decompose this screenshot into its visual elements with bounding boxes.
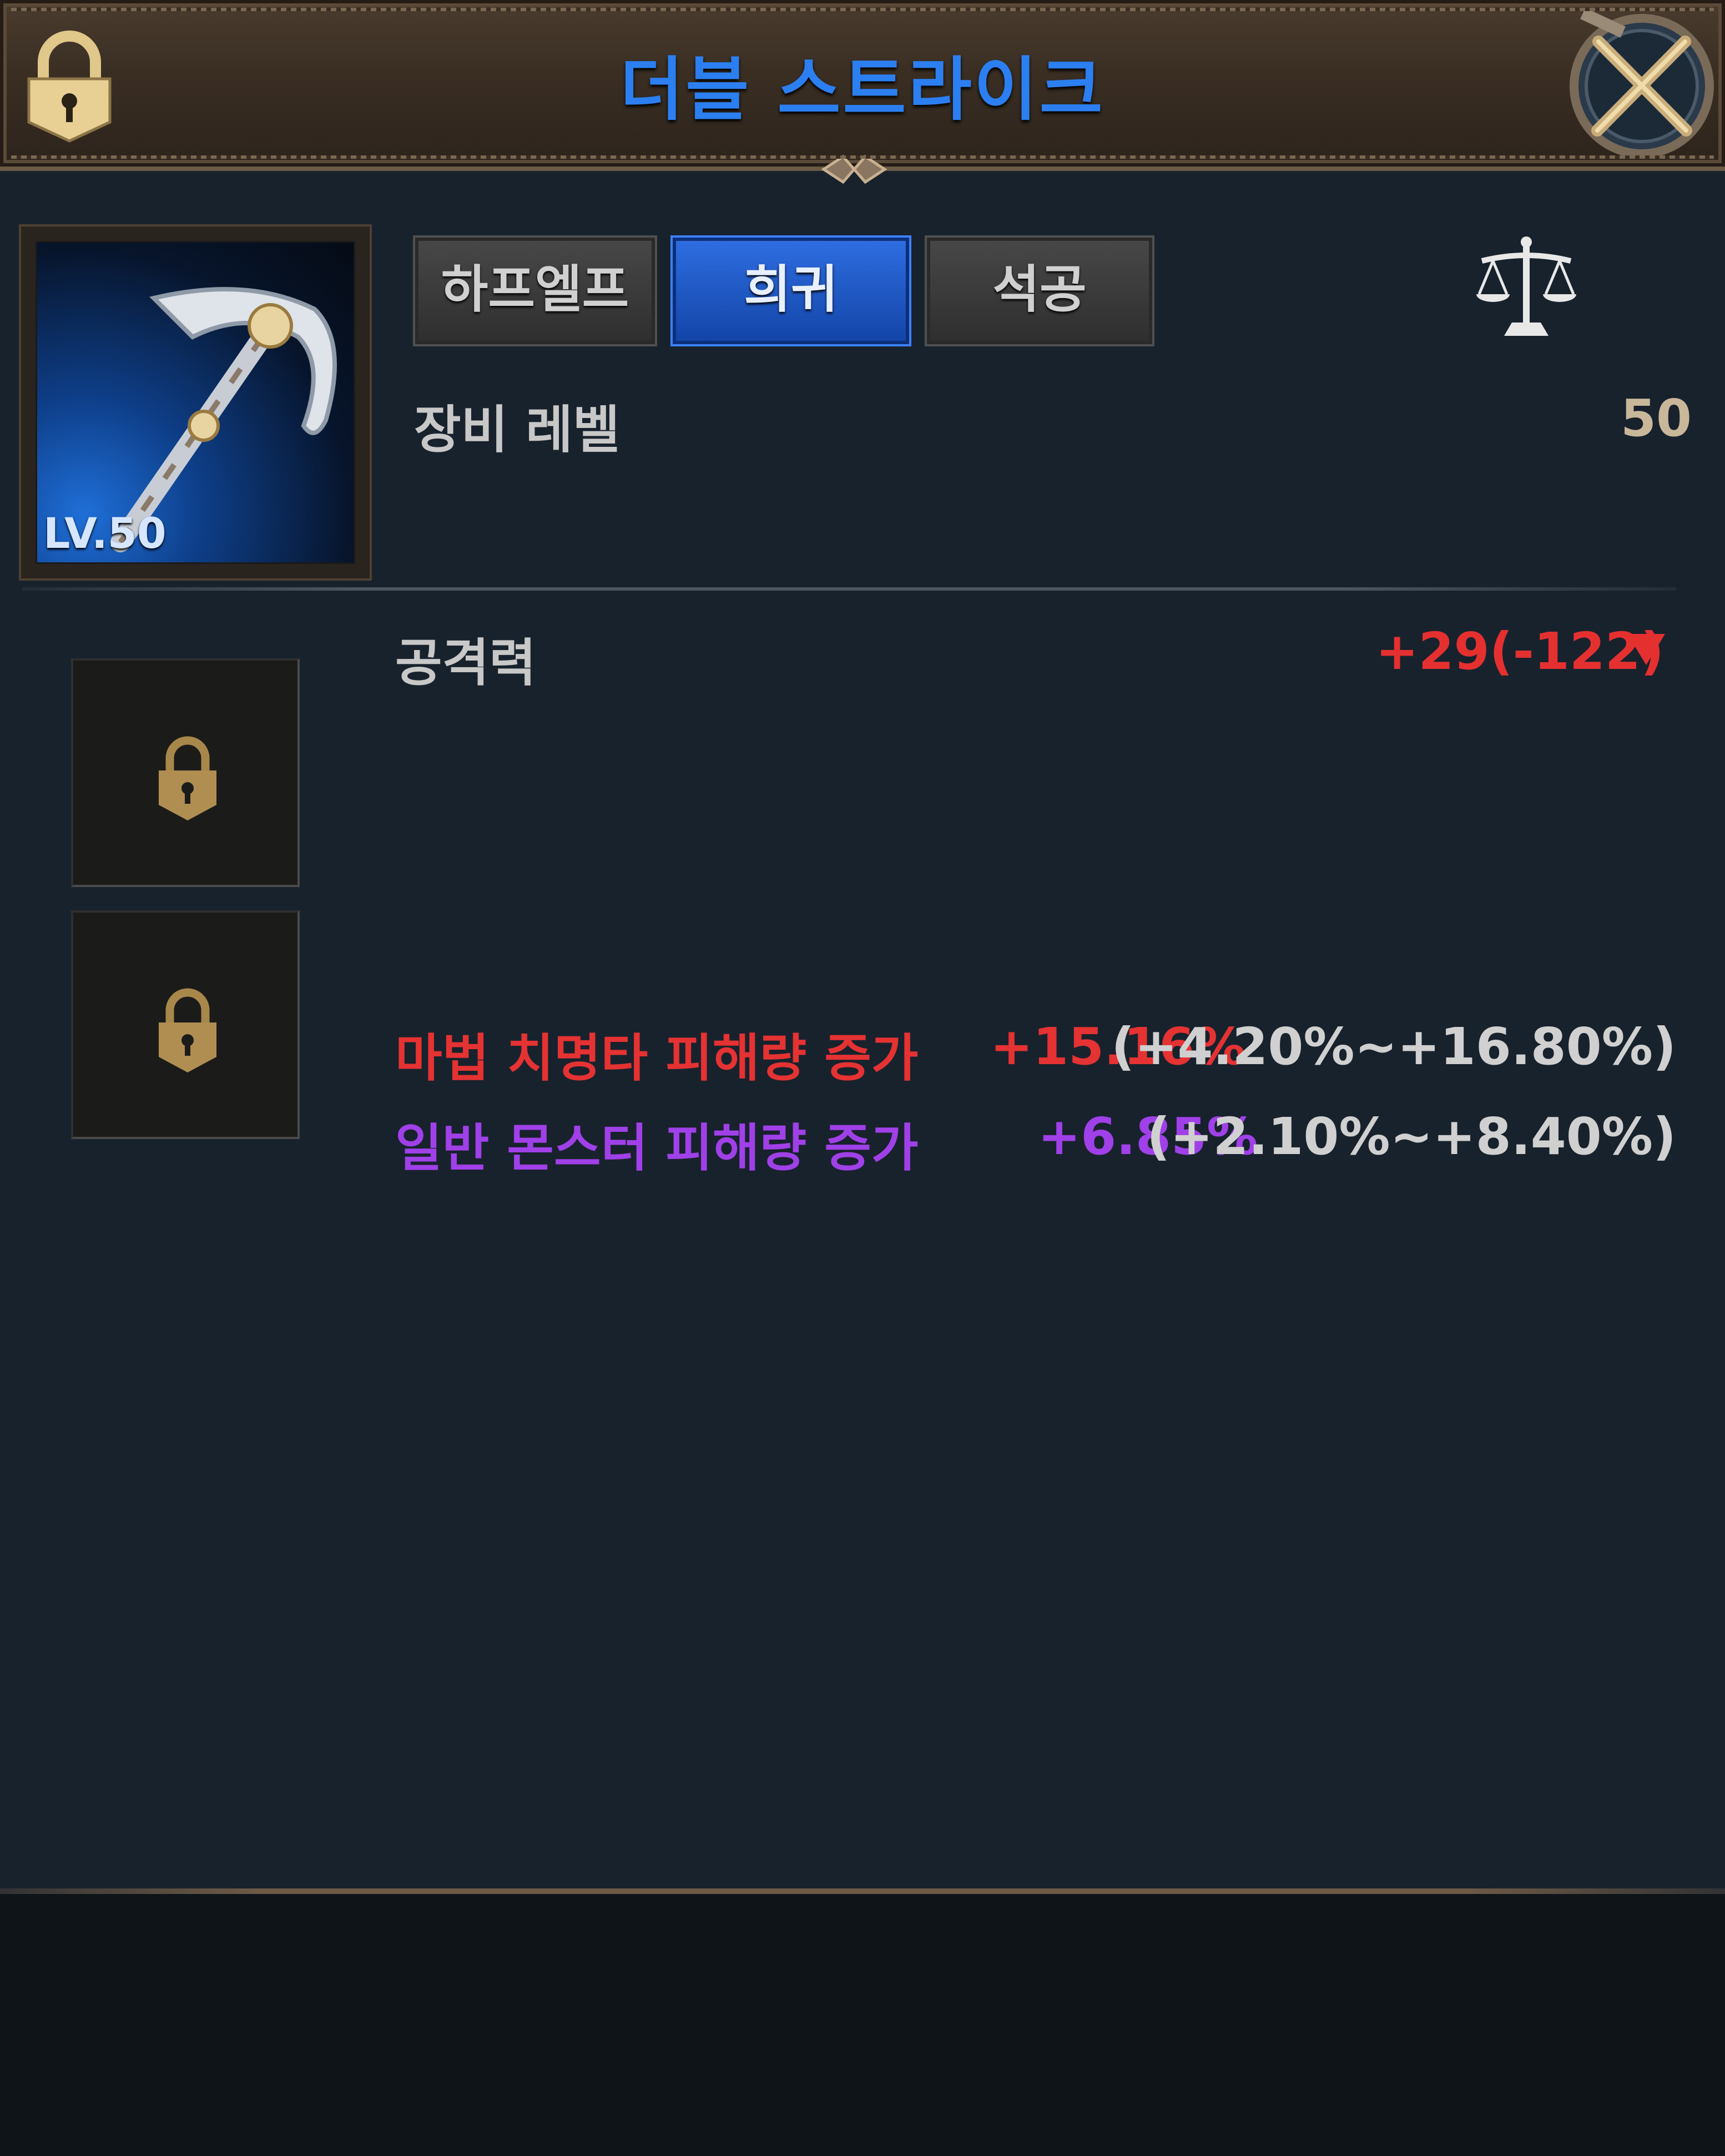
bottom-panel	[0, 1894, 1725, 2156]
item-title: 더블 스트라이크	[620, 50, 1105, 130]
option-1-range: (+4.20%~+16.80%)	[1111, 1017, 1676, 1076]
attack-value: +29(-122)	[1375, 622, 1664, 681]
lock-icon	[159, 988, 216, 1072]
tab-mason[interactable]: 석공	[925, 235, 1154, 346]
item-level-label: LV.50	[43, 508, 167, 558]
socket-slot-2[interactable]	[71, 910, 300, 1139]
socket-slot-1[interactable]	[71, 658, 300, 887]
option-2-range: (+2.10%~+8.40%)	[1147, 1107, 1676, 1166]
tab-rare[interactable]: 희귀	[670, 235, 911, 346]
section-divider	[22, 587, 1676, 591]
compare-button[interactable]	[1471, 233, 1582, 344]
balance-scale-icon	[1476, 236, 1576, 336]
item-icon-frame[interactable]: LV.50	[19, 224, 372, 581]
attack-label: 공격력	[395, 633, 536, 693]
tab-half-elf[interactable]: 하프엘프	[413, 235, 657, 346]
title-bar: 더블 스트라이크	[0, 0, 1725, 184]
equip-level-value: 50	[1620, 389, 1692, 448]
header-ornament	[821, 154, 887, 184]
close-button[interactable]	[1558, 8, 1714, 161]
equip-level-label: 장비 레벨	[414, 400, 620, 460]
decrease-arrow-icon	[1627, 634, 1665, 665]
bottom-divider	[0, 1888, 1725, 1894]
option-2-label: 일반 몬스터 피해량 증가	[395, 1119, 919, 1178]
option-1-label: 마법 치명타 피해량 증가	[395, 1029, 919, 1088]
lock-icon	[159, 736, 216, 820]
crossed-swords-close-icon	[1570, 8, 1714, 158]
